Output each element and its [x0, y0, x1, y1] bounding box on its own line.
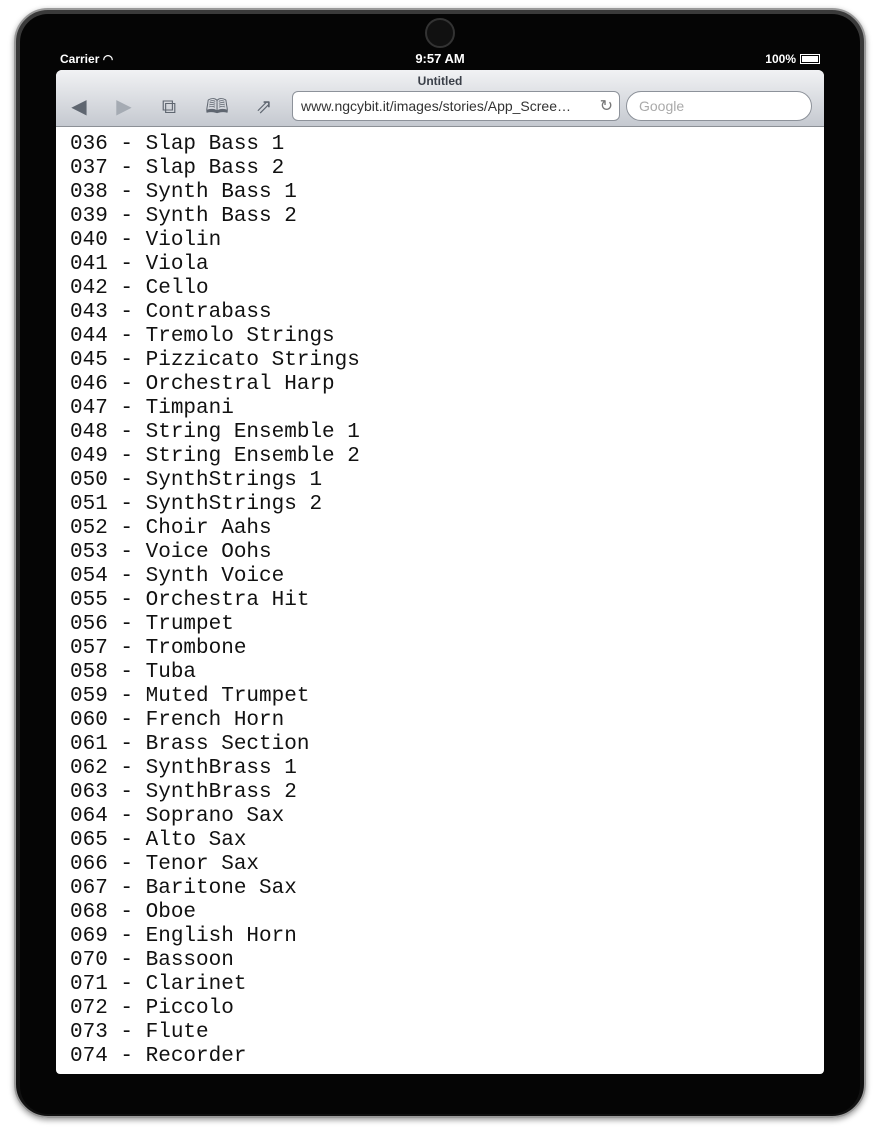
list-item: 062 - SynthBrass 1	[70, 757, 297, 780]
list-item: 040 - Violin	[70, 229, 222, 252]
list-item: 060 - French Horn	[70, 709, 285, 732]
list-item: 074 - Recorder	[70, 1045, 247, 1068]
pages-button[interactable]: ⧉	[154, 95, 184, 119]
list-item: 044 - Tremolo Strings	[70, 325, 335, 348]
list-item: 064 - Soprano Sax	[70, 805, 285, 828]
share-button[interactable]: ⇗	[249, 95, 279, 119]
list-item: 061 - Brass Section	[70, 733, 310, 756]
list-item: 038 - Synth Bass 1	[70, 181, 297, 204]
back-button[interactable]: ◀	[64, 95, 94, 119]
list-item: 073 - Flute	[70, 1021, 209, 1044]
forward-arrow-icon: ▶	[116, 96, 132, 118]
list-item: 049 - String Ensemble 2	[70, 445, 360, 468]
list-item: 043 - Contrabass	[70, 301, 272, 324]
list-item: 037 - Slap Bass 2	[70, 157, 285, 180]
browser-screen: Untitled ◀ ▶ ⧉ 🕮 ⇗ www.ngcybit.it/images…	[56, 70, 824, 1074]
url-text: www.ngcybit.it/images/stories/App_Scree…	[301, 98, 571, 114]
list-item: 054 - Synth Voice	[70, 565, 285, 588]
list-item: 050 - SynthStrings 1	[70, 469, 323, 492]
browser-toolbar: Untitled ◀ ▶ ⧉ 🕮 ⇗ www.ngcybit.it/images…	[56, 70, 824, 127]
list-item: 045 - Pizzicato Strings	[70, 349, 360, 372]
list-item: 057 - Trombone	[70, 637, 247, 660]
list-item: 055 - Orchestra Hit	[70, 589, 310, 612]
battery-status: 100%	[765, 52, 820, 66]
list-item: 067 - Baritone Sax	[70, 877, 297, 900]
list-item: 071 - Clarinet	[70, 973, 247, 996]
pages-icon: ⧉	[161, 96, 177, 118]
camera	[425, 18, 455, 48]
bookmarks-button[interactable]: 🕮	[202, 95, 232, 119]
list-item: 066 - Tenor Sax	[70, 853, 260, 876]
reload-icon[interactable]: ↻	[600, 96, 613, 116]
list-item: 070 - Bassoon	[70, 949, 234, 972]
battery-icon	[800, 54, 820, 64]
forward-button[interactable]: ▶	[109, 95, 139, 119]
list-item: 068 - Oboe	[70, 901, 197, 924]
list-item: 069 - English Horn	[70, 925, 297, 948]
list-item: 065 - Alto Sax	[70, 829, 247, 852]
list-item: 041 - Viola	[70, 253, 209, 276]
list-item: 056 - Trumpet	[70, 613, 234, 636]
page-title: Untitled	[417, 74, 463, 88]
list-item: 048 - String Ensemble 1	[70, 421, 360, 444]
list-item: 072 - Piccolo	[70, 997, 234, 1020]
list-item: 046 - Orchestral Harp	[70, 373, 335, 396]
list-item: 036 - Slap Bass 1	[70, 133, 285, 156]
list-item: 051 - SynthStrings 2	[70, 493, 323, 516]
page-content: 035 - Fretless Bass036 - Slap Bass 1037 …	[56, 127, 824, 1074]
list-item: 052 - Choir Aahs	[70, 517, 272, 540]
instrument-list: 035 - Fretless Bass036 - Slap Bass 1037 …	[70, 127, 360, 1069]
battery-label: 100%	[765, 52, 796, 66]
share-icon: ⇗	[255, 96, 273, 118]
search-input[interactable]: Google	[626, 91, 812, 121]
list-item: 039 - Synth Bass 2	[70, 205, 297, 228]
status-bar: Carrier ◠ 9:57 AM 100%	[56, 50, 824, 70]
book-icon: 🕮	[205, 96, 229, 118]
clock: 9:57 AM	[415, 51, 465, 66]
list-item: 063 - SynthBrass 2	[70, 781, 297, 804]
address-bar[interactable]: www.ngcybit.it/images/stories/App_Scree……	[292, 91, 620, 121]
list-item: 042 - Cello	[70, 277, 209, 300]
back-arrow-icon: ◀	[71, 96, 87, 118]
list-item: 047 - Timpani	[70, 397, 234, 420]
list-item: 053 - Voice Oohs	[70, 541, 272, 564]
list-item: 059 - Muted Trumpet	[70, 685, 310, 708]
list-item: 058 - Tuba	[70, 661, 197, 684]
